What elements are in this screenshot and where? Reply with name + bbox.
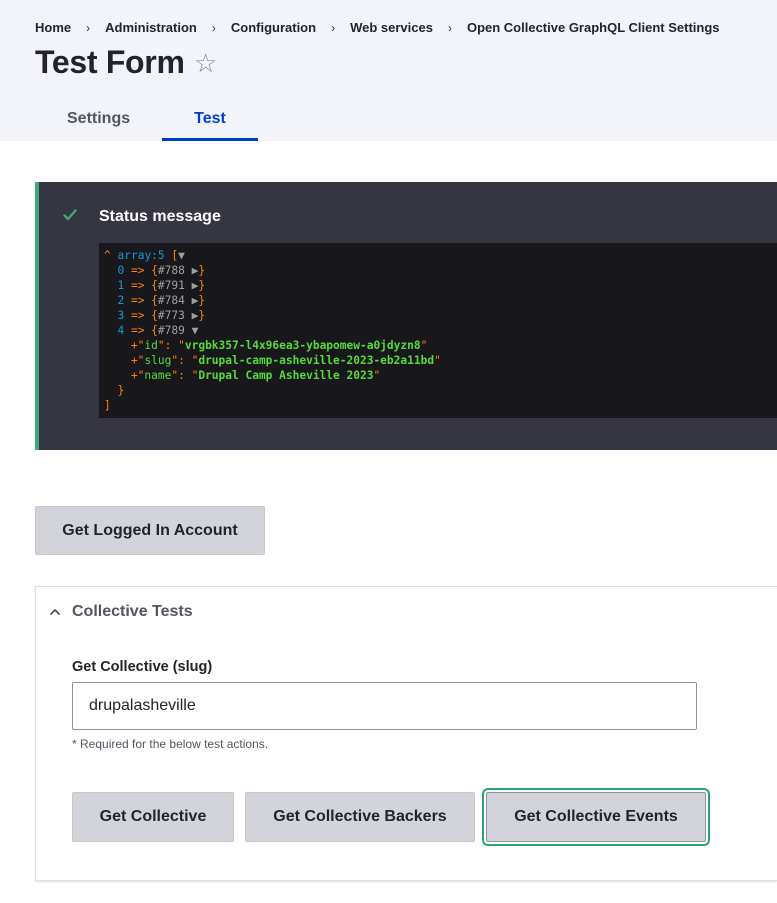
- dump-collapse-icon[interactable]: ▼: [192, 324, 199, 337]
- breadcrumb-separator: ›: [211, 20, 216, 35]
- status-message: Status message ^ array:5 [▼ 0 => {#788 ▶…: [35, 182, 777, 450]
- details-summary-label: Collective Tests: [72, 603, 193, 620]
- var-dump: ^ array:5 [▼ 0 => {#788 ▶} 1 => {#791 ▶}…: [99, 243, 777, 418]
- dump-expand-icon[interactable]: ▶: [192, 279, 199, 292]
- breadcrumb-configuration[interactable]: Configuration: [231, 20, 316, 35]
- chevron-up-icon: [50, 609, 60, 615]
- dump-expand-icon[interactable]: ▶: [192, 264, 199, 277]
- tab-bar: Settings Test: [35, 98, 258, 141]
- breadcrumb-separator: ›: [447, 20, 452, 35]
- dump-toggle-icon[interactable]: ▼: [178, 249, 185, 262]
- dump-type: array:5: [117, 249, 165, 262]
- slug-field-label: Get Collective (slug): [72, 659, 213, 675]
- details-summary[interactable]: Collective Tests: [50, 603, 193, 621]
- breadcrumb-separator: ›: [331, 20, 336, 35]
- slug-field-description: * Required for the below test actions.: [72, 737, 269, 751]
- checkmark-icon: [63, 209, 77, 221]
- slug-input[interactable]: [72, 682, 697, 730]
- dump-caret[interactable]: ^: [104, 249, 111, 262]
- get-collective-backers-button[interactable]: Get Collective Backers: [245, 792, 475, 842]
- tab-test[interactable]: Test: [162, 98, 258, 141]
- breadcrumb-web-services[interactable]: Web services: [350, 20, 433, 35]
- get-collective-button[interactable]: Get Collective: [72, 792, 234, 842]
- breadcrumb-home[interactable]: Home: [35, 20, 71, 35]
- breadcrumb-graphql-settings[interactable]: Open Collective GraphQL Client Settings: [467, 20, 720, 35]
- star-icon[interactable]: ☆: [194, 48, 217, 78]
- dump-expand-icon[interactable]: ▶: [192, 294, 199, 307]
- breadcrumb-separator: ›: [86, 20, 91, 35]
- page-header: Home › Administration › Configuration › …: [0, 0, 777, 141]
- get-collective-events-button[interactable]: Get Collective Events: [482, 788, 710, 846]
- tab-settings[interactable]: Settings: [35, 98, 162, 141]
- collective-tests-details: Collective Tests Get Collective (slug) *…: [35, 586, 777, 881]
- status-title: Status message: [99, 208, 221, 225]
- dump-expand-icon[interactable]: ▶: [192, 309, 199, 322]
- breadcrumb: Home › Administration › Configuration › …: [35, 20, 720, 35]
- breadcrumb-administration[interactable]: Administration: [105, 20, 197, 35]
- page-title: Test Form: [35, 44, 185, 80]
- get-logged-in-account-button[interactable]: Get Logged In Account: [35, 506, 265, 555]
